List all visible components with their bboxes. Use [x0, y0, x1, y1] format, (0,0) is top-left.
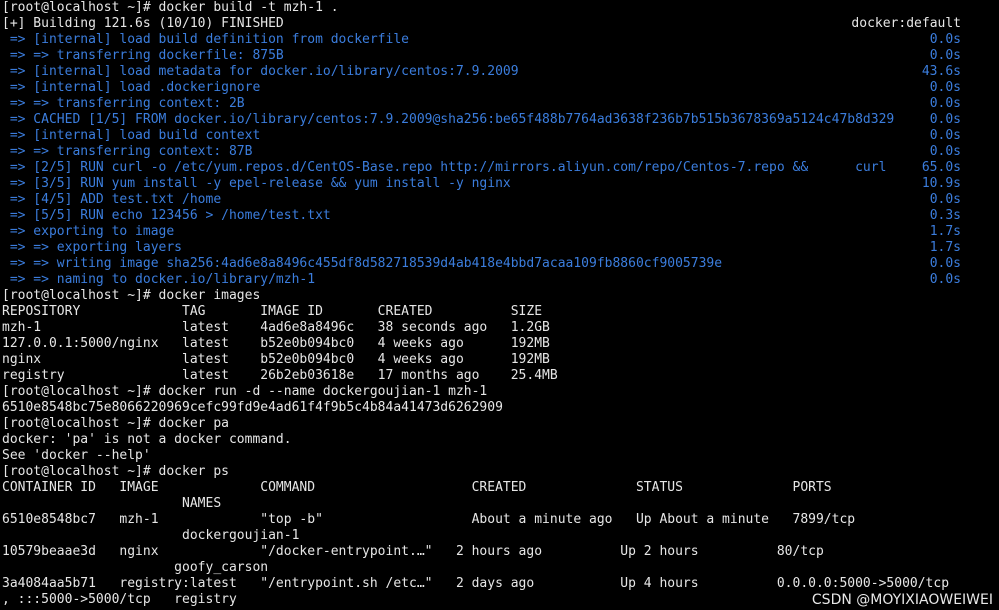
terminal-line-text: => [5/5] RUN echo 123456 > /home/test.tx… — [2, 208, 331, 223]
terminal-line-timing: 0.0s — [929, 80, 961, 95]
terminal-line-text: 6510e8548bc75e8066220969cefc99fd9e4ad61f… — [2, 400, 503, 415]
terminal-line-timing: 0.0s — [929, 96, 961, 111]
terminal-line-text: => => writing image sha256:4ad6e8a8496c4… — [2, 256, 723, 271]
terminal-line: [root@localhost ~]# docker run -d --name… — [2, 384, 997, 400]
terminal-line-timing: docker:default — [851, 16, 961, 31]
terminal-line-text: [root@localhost ~]# docker run -d --name… — [2, 384, 488, 399]
terminal-line: => => transferring context: 2B 0.0s — [2, 96, 997, 112]
terminal-line-text: 10579beaae3d nginx "/docker-entrypoint.…… — [2, 544, 824, 559]
terminal-line-text: => exporting to image — [2, 224, 175, 239]
terminal-line-text: => [internal] load build definition from… — [2, 32, 409, 47]
terminal-line: docker: 'pa' is not a docker command. — [2, 432, 997, 448]
terminal-line: [root@localhost ~]# docker build -t mzh-… — [2, 0, 997, 16]
terminal-line-timing: 0.0s — [929, 128, 961, 143]
terminal-line: => => transferring context: 87B 0.0s — [2, 144, 997, 160]
terminal-line-timing: 65.0s — [921, 160, 961, 175]
terminal-line: => [internal] load build context 0.0s — [2, 128, 997, 144]
terminal-line-text: nginx latest b52e0b094bc0 4 weeks ago 19… — [2, 352, 550, 367]
terminal-line: mzh-1 latest 4ad6e8a8496c 38 seconds ago… — [2, 320, 997, 336]
terminal-line-timing: 0.0s — [929, 48, 961, 63]
terminal-line: nginx latest b52e0b094bc0 4 weeks ago 19… — [2, 352, 997, 368]
terminal-line-timing: 1.7s — [929, 224, 961, 239]
terminal-line-text: => => transferring context: 87B — [2, 144, 253, 159]
terminal-line: [root@localhost ~]# docker pa — [2, 416, 997, 432]
terminal-line-text: => [4/5] ADD test.txt /home — [2, 192, 222, 207]
terminal-line: REPOSITORY TAG IMAGE ID CREATED SIZE — [2, 304, 997, 320]
terminal-line-text: See 'docker --help' — [2, 448, 151, 463]
terminal-line-timing: 0.0s — [929, 32, 961, 47]
terminal-line-timing: 0.0s — [929, 144, 961, 159]
terminal-line-text: registry latest 26b2eb03618e 17 months a… — [2, 368, 558, 383]
terminal-line: => => exporting layers 1.7s — [2, 240, 997, 256]
terminal-line-text: => [internal] load .dockerignore — [2, 80, 261, 95]
terminal-line: 6510e8548bc7 mzh-1 "top -b" About a minu… — [2, 512, 997, 528]
terminal-line: [root@localhost ~]# docker ps — [2, 464, 997, 480]
terminal-line-timing: 10.9s — [921, 176, 961, 191]
terminal-line-text: 127.0.0.1:5000/nginx latest b52e0b094bc0… — [2, 336, 550, 351]
terminal-line: => => writing image sha256:4ad6e8a8496c4… — [2, 256, 997, 272]
terminal-line-text: => => transferring dockerfile: 875B — [2, 48, 284, 63]
terminal-line: => [5/5] RUN echo 123456 > /home/test.tx… — [2, 208, 997, 224]
terminal-line: [root@localhost ~]# docker images — [2, 288, 997, 304]
terminal-line: => [3/5] RUN yum install -y epel-release… — [2, 176, 997, 192]
terminal-output[interactable]: [root@localhost ~]# docker build -t mzh-… — [0, 0, 999, 610]
terminal-line-text: docker: 'pa' is not a docker command. — [2, 432, 292, 447]
terminal-line-text: [root@localhost ~]# docker ps — [2, 464, 229, 479]
terminal-line: dockergoujian-1 — [2, 528, 997, 544]
terminal-line-text: [root@localhost ~]# docker images — [2, 288, 261, 303]
terminal-line-text: 6510e8548bc7 mzh-1 "top -b" About a minu… — [2, 512, 856, 527]
terminal-line-timing: 0.0s — [929, 256, 961, 271]
terminal-line-text: => => transferring context: 2B — [2, 96, 245, 111]
terminal-line-text: dockergoujian-1 — [2, 528, 300, 543]
terminal-line-text: NAMES — [2, 496, 222, 511]
terminal-line: 127.0.0.1:5000/nginx latest b52e0b094bc0… — [2, 336, 997, 352]
terminal-line: 6510e8548bc75e8066220969cefc99fd9e4ad61f… — [2, 400, 997, 416]
terminal-line-text: goofy_carson — [2, 560, 269, 575]
watermark: CSDN @MOYIXIAOWEIWEI — [811, 592, 993, 608]
terminal-line-text: REPOSITORY TAG IMAGE ID CREATED SIZE — [2, 304, 543, 319]
terminal-line-text: => [3/5] RUN yum install -y epel-release… — [2, 176, 511, 191]
terminal-line: => [4/5] ADD test.txt /home 0.0s — [2, 192, 997, 208]
terminal-line-timing: 0.3s — [929, 208, 961, 223]
terminal-line: => CACHED [1/5] FROM docker.io/library/c… — [2, 112, 997, 128]
terminal-line: registry latest 26b2eb03618e 17 months a… — [2, 368, 997, 384]
terminal-line-timing: 0.0s — [929, 272, 961, 287]
terminal-line-text: => => exporting layers — [2, 240, 183, 255]
terminal-line-text: 3a4084aa5b71 registry:latest "/entrypoin… — [2, 576, 950, 591]
terminal-line: NAMES — [2, 496, 997, 512]
terminal-line-text: CONTAINER ID IMAGE COMMAND CREATED STATU… — [2, 480, 832, 495]
terminal-line: goofy_carson — [2, 560, 997, 576]
terminal-line: => [internal] load build definition from… — [2, 32, 997, 48]
terminal-line-timing: 1.7s — [929, 240, 961, 255]
terminal-line: See 'docker --help' — [2, 448, 997, 464]
terminal-line-text: => CACHED [1/5] FROM docker.io/library/c… — [2, 112, 895, 127]
terminal-line: => => transferring dockerfile: 875B 0.0s — [2, 48, 997, 64]
terminal-line: => [internal] load metadata for docker.i… — [2, 64, 997, 80]
terminal-line: => exporting to image 1.7s — [2, 224, 997, 240]
terminal-line: => => naming to docker.io/library/mzh-1 0… — [2, 272, 997, 288]
terminal-line: [+] Building 121.6s (10/10) FINISHED dock… — [2, 16, 997, 32]
terminal-line: 3a4084aa5b71 registry:latest "/entrypoin… — [2, 576, 997, 592]
terminal-line-text: [+] Building 121.6s (10/10) FINISHED — [2, 16, 284, 31]
terminal-line-timing: 0.0s — [929, 112, 961, 127]
terminal-line: => [2/5] RUN curl -o /etc/yum.repos.d/Ce… — [2, 160, 997, 176]
terminal-line-text: => => naming to docker.io/library/mzh-1 — [2, 272, 316, 287]
terminal-line-timing: 0.0s — [929, 192, 961, 207]
terminal-line-text: [root@localhost ~]# docker build -t mzh-… — [2, 0, 339, 15]
terminal-line-timing: 43.6s — [921, 64, 961, 79]
terminal-line: CONTAINER ID IMAGE COMMAND CREATED STATU… — [2, 480, 997, 496]
terminal-line-text: mzh-1 latest 4ad6e8a8496c 38 seconds ago… — [2, 320, 550, 335]
terminal-line-text: => [2/5] RUN curl -o /etc/yum.repos.d/Ce… — [2, 160, 887, 175]
terminal-line: 10579beaae3d nginx "/docker-entrypoint.…… — [2, 544, 997, 560]
terminal-line-text: => [internal] load metadata for docker.i… — [2, 64, 519, 79]
terminal-line-text: => [internal] load build context — [2, 128, 261, 143]
terminal-line-text: [root@localhost ~]# docker pa — [2, 416, 229, 431]
terminal-line: => [internal] load .dockerignore 0.0s — [2, 80, 997, 96]
terminal-line-text: , :::5000->5000/tcp registry — [2, 592, 237, 607]
